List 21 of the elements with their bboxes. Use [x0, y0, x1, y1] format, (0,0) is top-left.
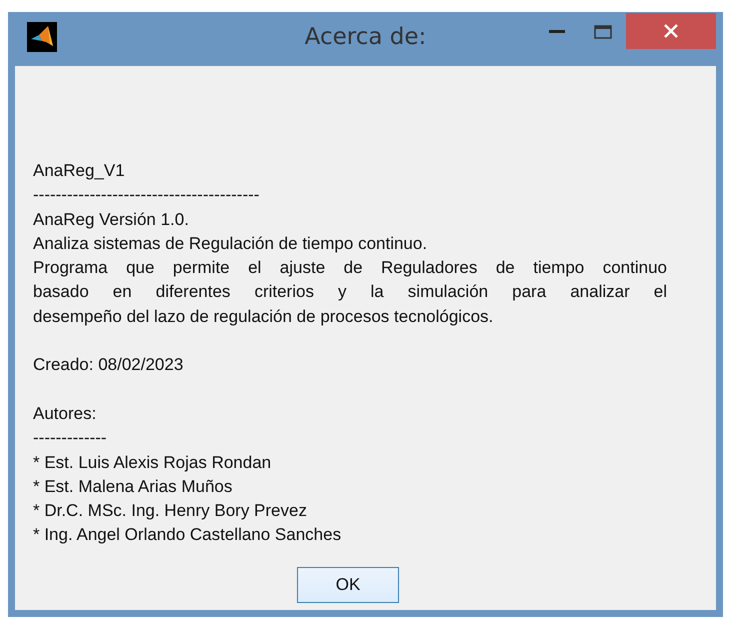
text-line: * Ing. Angel Orlando Castellano Sanches	[33, 524, 342, 546]
ok-button[interactable]: OK	[297, 567, 399, 604]
text-line: * Dr.C. MSc. Ing. Henry Bory Prevez	[33, 500, 308, 522]
text-line: * Est. Luis Alexis Rojas Rondan	[33, 452, 272, 474]
close-icon	[663, 23, 679, 39]
minimize-icon	[549, 30, 565, 34]
text-line: Autores:	[33, 402, 98, 425]
text-line: AnaReg Versión 1.0.	[33, 208, 190, 231]
text-line: basado en diferentes criterios y la simulación para analizar el	[33, 281, 667, 304]
text-line: ----------------------------------------	[33, 184, 260, 206]
text-line: Programa que permite el ajuste de Reguladores de tiempo continuo	[33, 257, 667, 280]
text-line: Analiza sistemas de Regulación de tiempo continuo.	[33, 232, 428, 255]
text-line: Creado: 08/02/2023	[33, 354, 184, 376]
window-title: Acerca de:	[304, 24, 426, 50]
text-line: AnaReg_V1	[33, 160, 126, 182]
text-line: desempeño del lazo de regulación de procesos tecnológicos.	[33, 306, 494, 328]
text-line: * Est. Malena Arias Muños	[33, 476, 234, 498]
maximize-icon	[594, 25, 612, 39]
text-line: -------------	[33, 427, 108, 450]
app-logo-icon	[27, 22, 57, 52]
close-button[interactable]	[626, 13, 716, 49]
